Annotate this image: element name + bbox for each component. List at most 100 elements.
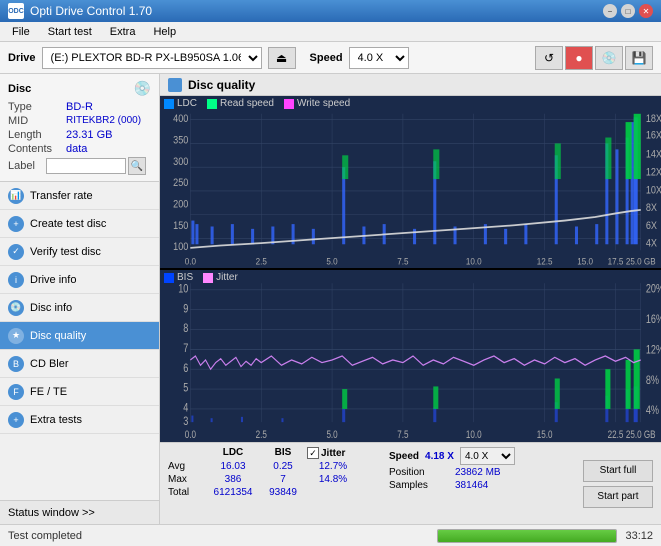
start-full-button[interactable]: Start full bbox=[583, 460, 653, 482]
svg-text:0.0: 0.0 bbox=[185, 428, 196, 440]
bis-color-box bbox=[164, 273, 174, 283]
maximize-button[interactable]: □ bbox=[621, 4, 635, 18]
write-color-box bbox=[284, 99, 294, 109]
disc-label-button[interactable]: 🔍 bbox=[128, 157, 146, 175]
svg-text:15.0: 15.0 bbox=[577, 256, 593, 267]
nav-fe-te-label: FE / TE bbox=[30, 386, 67, 398]
speed-select[interactable]: 4.0 X bbox=[349, 47, 409, 69]
status-text: Test completed bbox=[8, 530, 429, 542]
toolbar-buttons: ↺ ● 💿 💾 bbox=[535, 46, 653, 70]
svg-text:300: 300 bbox=[173, 156, 189, 168]
minimize-button[interactable]: − bbox=[603, 4, 617, 18]
disc-panel-header: Disc 💿 bbox=[8, 80, 151, 97]
type-value: BD-R bbox=[66, 101, 93, 113]
sidebar-status[interactable]: Status window >> bbox=[0, 500, 159, 524]
eject-button[interactable]: ⏏ bbox=[268, 47, 296, 69]
position-value: 23862 MB bbox=[455, 467, 501, 478]
jitter-max: 14.8% bbox=[307, 474, 359, 485]
bis-total: 93849 bbox=[263, 487, 303, 498]
time-text: 33:12 bbox=[625, 530, 653, 542]
jitter-checkbox[interactable]: ✓ bbox=[307, 447, 319, 459]
menu-file[interactable]: File bbox=[4, 24, 38, 40]
app-icon: ODC bbox=[8, 3, 24, 19]
nav-cd-bler[interactable]: B CD Bler bbox=[0, 350, 159, 378]
start-part-button[interactable]: Start part bbox=[583, 486, 653, 508]
svg-text:10X: 10X bbox=[646, 185, 661, 197]
progress-bar-fill bbox=[438, 530, 616, 542]
svg-text:8X: 8X bbox=[646, 202, 657, 214]
svg-text:400: 400 bbox=[173, 113, 189, 125]
svg-text:25.0 GB: 25.0 GB bbox=[626, 256, 656, 267]
svg-text:250: 250 bbox=[173, 178, 189, 190]
stats-bar: LDC BIS ✓ Jitter Avg 16.03 0.25 12.7% bbox=[160, 442, 661, 524]
create-test-disc-icon: + bbox=[8, 216, 24, 232]
svg-text:200: 200 bbox=[173, 199, 189, 211]
disc-button[interactable]: 💿 bbox=[595, 46, 623, 70]
transfer-rate-icon: 📊 bbox=[8, 188, 24, 204]
ldc-col-header: LDC bbox=[207, 447, 259, 459]
disc-mid-row: MID RITEKBR2 (000) bbox=[8, 115, 151, 127]
chart-title-icon bbox=[168, 78, 182, 92]
drive-info-icon: i bbox=[8, 272, 24, 288]
jitter-avg: 12.7% bbox=[307, 461, 359, 472]
svg-text:7: 7 bbox=[183, 342, 188, 355]
nav-disc-info[interactable]: 💿 Disc info bbox=[0, 294, 159, 322]
legend-jitter-label: Jitter bbox=[216, 272, 238, 283]
sidebar-status-label: Status window >> bbox=[8, 507, 95, 519]
nav-transfer-rate[interactable]: 📊 Transfer rate bbox=[0, 182, 159, 210]
svg-text:0.0: 0.0 bbox=[185, 256, 196, 267]
mid-value: RITEKBR2 (000) bbox=[66, 115, 141, 127]
nav-disc-quality[interactable]: ★ Disc quality bbox=[0, 322, 159, 350]
ldc-color-box bbox=[164, 99, 174, 109]
svg-text:5: 5 bbox=[183, 382, 188, 395]
nav-verify-test-disc[interactable]: ✓ Verify test disc bbox=[0, 238, 159, 266]
drive-label: Drive bbox=[8, 52, 36, 64]
speed-label: Speed bbox=[310, 52, 343, 64]
length-value: 23.31 GB bbox=[66, 129, 112, 141]
type-label: Type bbox=[8, 101, 66, 113]
speed-value: 4.18 X bbox=[425, 451, 454, 462]
svg-text:2.5: 2.5 bbox=[256, 428, 267, 440]
legend-bis: BIS bbox=[164, 272, 193, 283]
samples-label: Samples bbox=[389, 480, 449, 491]
content-area: Disc quality LDC Read speed bbox=[160, 74, 661, 524]
refresh-button[interactable]: ↺ bbox=[535, 46, 563, 70]
verify-test-disc-icon: ✓ bbox=[8, 244, 24, 260]
nav-items: 📊 Transfer rate + Create test disc ✓ Ver… bbox=[0, 182, 159, 500]
speed-select-stats[interactable]: 4.0 X bbox=[460, 447, 515, 465]
nav-extra-tests[interactable]: + Extra tests bbox=[0, 406, 159, 434]
menu-start-test[interactable]: Start test bbox=[40, 24, 100, 40]
ldc-avg: 16.03 bbox=[207, 461, 259, 472]
svg-text:15.0: 15.0 bbox=[537, 428, 553, 440]
svg-text:6X: 6X bbox=[646, 220, 657, 232]
save-button[interactable]: 💾 bbox=[625, 46, 653, 70]
position-label: Position bbox=[389, 467, 449, 478]
drive-select[interactable]: (E:) PLEXTOR BD-R PX-LB950SA 1.06 bbox=[42, 47, 262, 69]
svg-text:5.0: 5.0 bbox=[326, 256, 337, 267]
menu-help[interactable]: Help bbox=[145, 24, 184, 40]
disc-length-row: Length 23.31 GB bbox=[8, 129, 151, 141]
close-button[interactable]: ✕ bbox=[639, 4, 653, 18]
title-bar: ODC Opti Drive Control 1.70 − □ ✕ bbox=[0, 0, 661, 22]
disc-label-label: Label bbox=[8, 160, 46, 172]
legend-read: Read speed bbox=[207, 98, 274, 109]
nav-cd-bler-label: CD Bler bbox=[30, 358, 69, 370]
svg-text:8: 8 bbox=[183, 322, 188, 335]
disc-info-icon: 💿 bbox=[8, 300, 24, 316]
nav-create-test-disc[interactable]: + Create test disc bbox=[0, 210, 159, 238]
svg-text:7.5: 7.5 bbox=[397, 428, 408, 440]
nav-drive-info[interactable]: i Drive info bbox=[0, 266, 159, 294]
speed-col-header: Speed bbox=[389, 451, 419, 462]
record-button[interactable]: ● bbox=[565, 46, 593, 70]
ldc-total: 6121354 bbox=[207, 487, 259, 498]
legend-ldc-label: LDC bbox=[177, 98, 197, 109]
disc-label-input[interactable] bbox=[46, 158, 126, 174]
svg-text:25.0 GB: 25.0 GB bbox=[626, 428, 656, 440]
app-title: Opti Drive Control 1.70 bbox=[30, 4, 152, 18]
nav-fe-te[interactable]: F FE / TE bbox=[0, 378, 159, 406]
menu-extra[interactable]: Extra bbox=[102, 24, 144, 40]
window-controls: − □ ✕ bbox=[603, 4, 653, 18]
svg-text:350: 350 bbox=[173, 135, 189, 147]
lower-chart-svg: 10 9 8 7 6 5 4 3 20% 16% 12% 8% 4% 0.0 bbox=[160, 270, 661, 442]
avg-row-label: Avg bbox=[168, 461, 203, 472]
